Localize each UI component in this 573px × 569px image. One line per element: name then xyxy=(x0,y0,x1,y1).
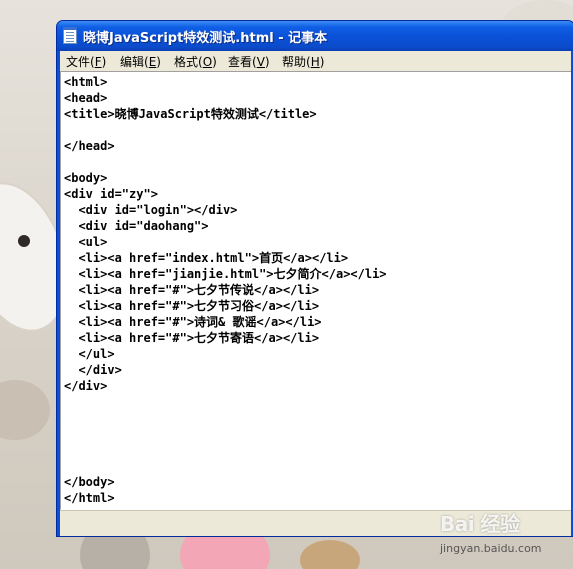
menu-view[interactable]: 查看(V) xyxy=(228,53,270,70)
watermark-url: jingyan.baidu.com xyxy=(440,542,542,555)
window-title: 晓博JavaScript特效测试.html - 记事本 xyxy=(83,31,328,46)
notepad-window: 晓博JavaScript特效测试.html - 记事本 文件(F) 编辑(E) … xyxy=(56,20,573,537)
baidu-jingyan-watermark: Bai 经验 jingyan.baidu.com xyxy=(440,508,570,560)
text-editor[interactable]: <html> <head> <title>晓博JavaScript特效测试</t… xyxy=(60,71,571,510)
menu-format[interactable]: 格式(O) xyxy=(174,53,217,70)
title-bar[interactable]: 晓博JavaScript特效测试.html - 记事本 xyxy=(57,21,573,51)
menu-bar: 文件(F) 编辑(E) 格式(O) 查看(V) 帮助(H) xyxy=(60,51,571,70)
menu-edit[interactable]: 编辑(E) xyxy=(120,53,161,70)
wallpaper-shape xyxy=(18,235,30,247)
menu-file[interactable]: 文件(F) xyxy=(66,53,106,70)
window-client-area: 文件(F) 编辑(E) 格式(O) 查看(V) 帮助(H) <html> <he… xyxy=(60,51,571,536)
watermark-logo: Bai 经验 xyxy=(440,512,520,536)
wallpaper-shape xyxy=(300,540,360,569)
menu-help[interactable]: 帮助(H) xyxy=(282,53,324,70)
editor-content[interactable]: <html> <head> <title>晓博JavaScript特效测试</t… xyxy=(64,74,387,506)
wallpaper-shape xyxy=(0,380,50,440)
notepad-icon[interactable] xyxy=(63,27,77,44)
